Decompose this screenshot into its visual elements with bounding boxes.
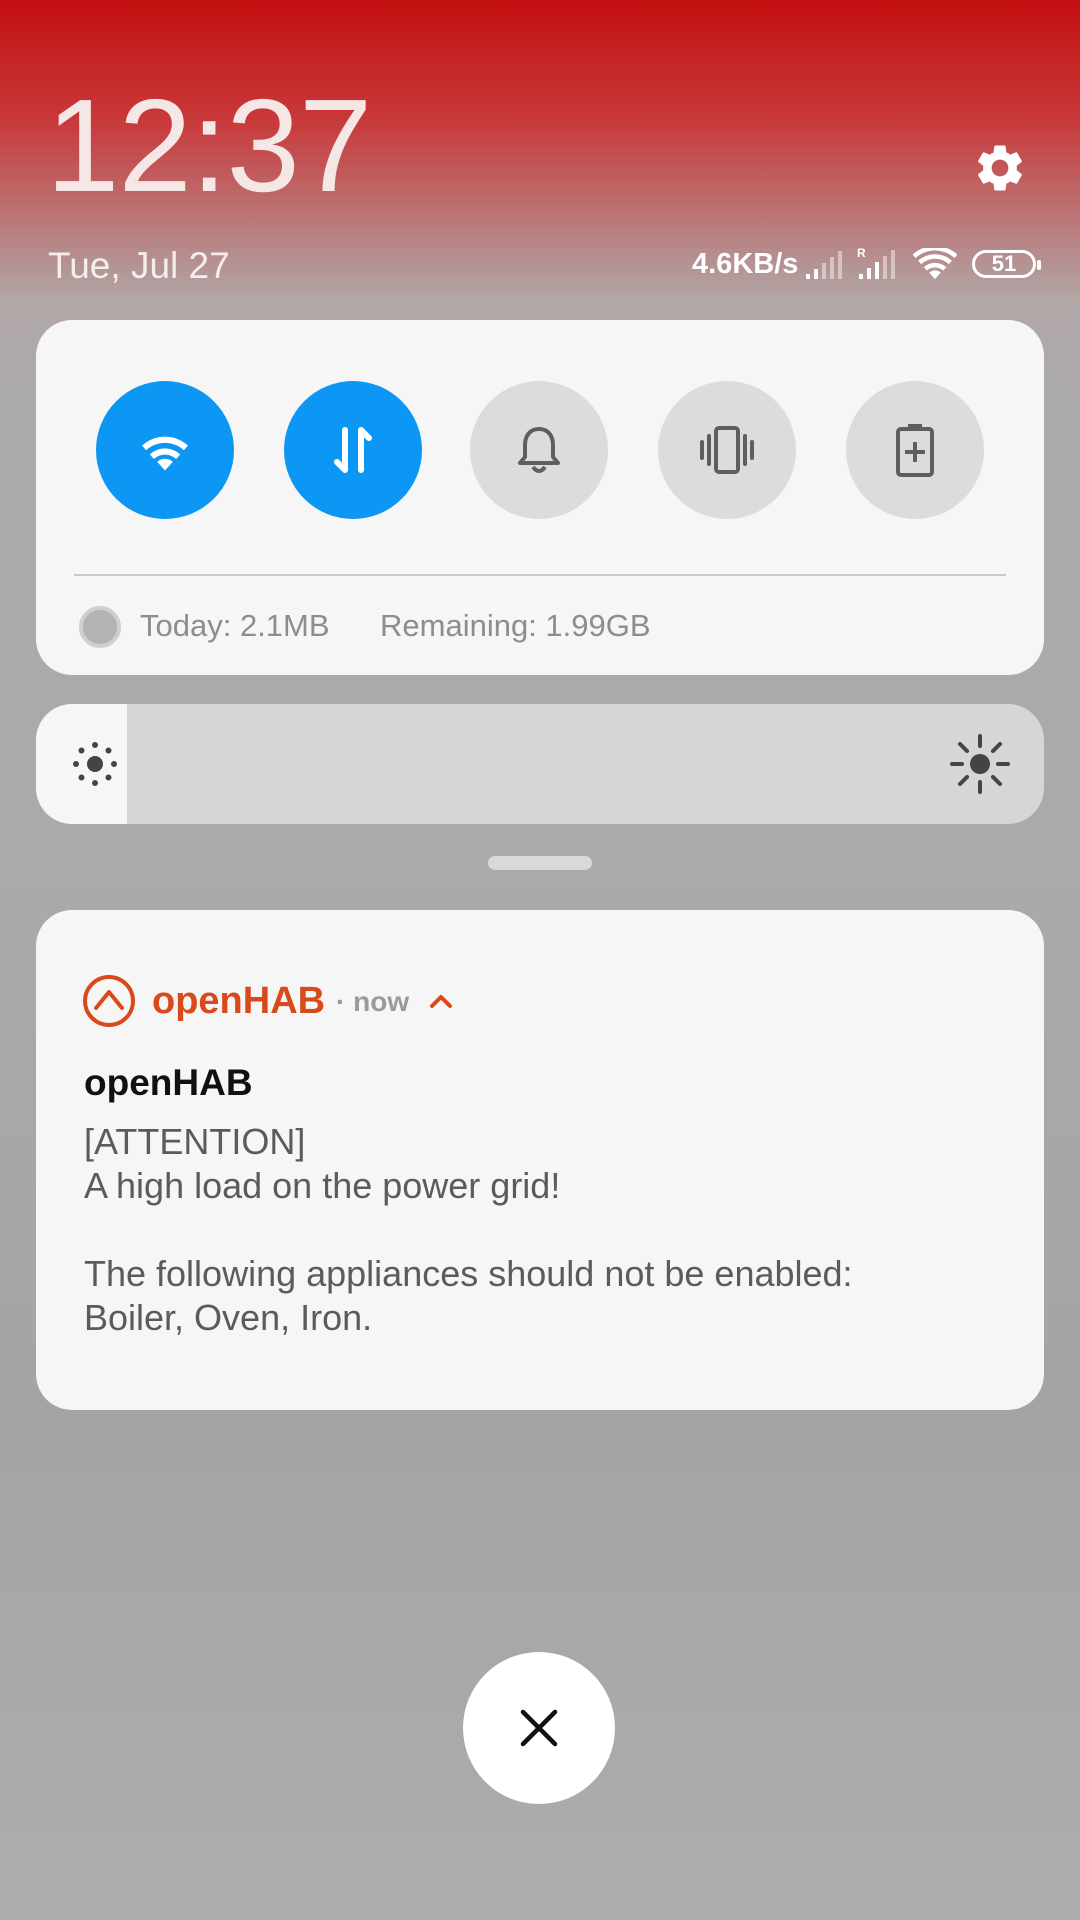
notification-time: · now <box>336 986 410 1017</box>
wifi-icon <box>142 436 188 471</box>
clear-notifications-button[interactable] <box>463 1652 615 1804</box>
brightness-low-icon <box>73 742 117 786</box>
quick-settings-divider <box>74 574 1006 576</box>
battery-indicator: 51 <box>972 250 1041 278</box>
data-usage-today[interactable]: Today: 2.1MB <box>140 608 330 644</box>
svg-text:R: R <box>857 246 866 260</box>
signal-2-roaming-icon: R <box>857 246 901 285</box>
settings-gear-icon[interactable] <box>972 140 1028 196</box>
data-usage-icon <box>79 606 121 648</box>
panel-drag-handle[interactable] <box>488 856 592 870</box>
battery-saver-toggle[interactable] <box>846 381 984 519</box>
sound-toggle[interactable] <box>470 381 608 519</box>
data-usage-remaining[interactable]: Remaining: 1.99GB <box>380 608 651 644</box>
vibrate-icon <box>700 426 754 474</box>
mobile-data-icon <box>334 427 372 473</box>
mobile-data-toggle[interactable] <box>284 381 422 519</box>
chevron-up-icon[interactable] <box>428 988 454 1014</box>
wifi-status-icon <box>912 245 958 285</box>
battery-saver-icon <box>896 424 934 477</box>
clock-time: 12:37 <box>46 72 372 219</box>
notification-body: [ATTENTION] A high load on the power gri… <box>84 1121 853 1338</box>
net-speed: 4.6KB/s <box>692 248 799 280</box>
openhab-logo-icon <box>82 974 136 1028</box>
vibrate-toggle[interactable] <box>658 381 796 519</box>
notification-time-label: now <box>353 986 410 1017</box>
close-icon <box>520 1709 558 1747</box>
notification-app-name: openHAB <box>152 980 326 1022</box>
notification-title: openHAB <box>84 1062 253 1103</box>
wifi-toggle[interactable] <box>96 381 234 519</box>
brightness-high-icon <box>950 734 1010 794</box>
bell-icon <box>518 427 560 473</box>
signal-1-icon <box>804 250 844 285</box>
date-label: Tue, Jul 27 <box>48 245 230 286</box>
brightness-slider[interactable] <box>36 704 1044 824</box>
